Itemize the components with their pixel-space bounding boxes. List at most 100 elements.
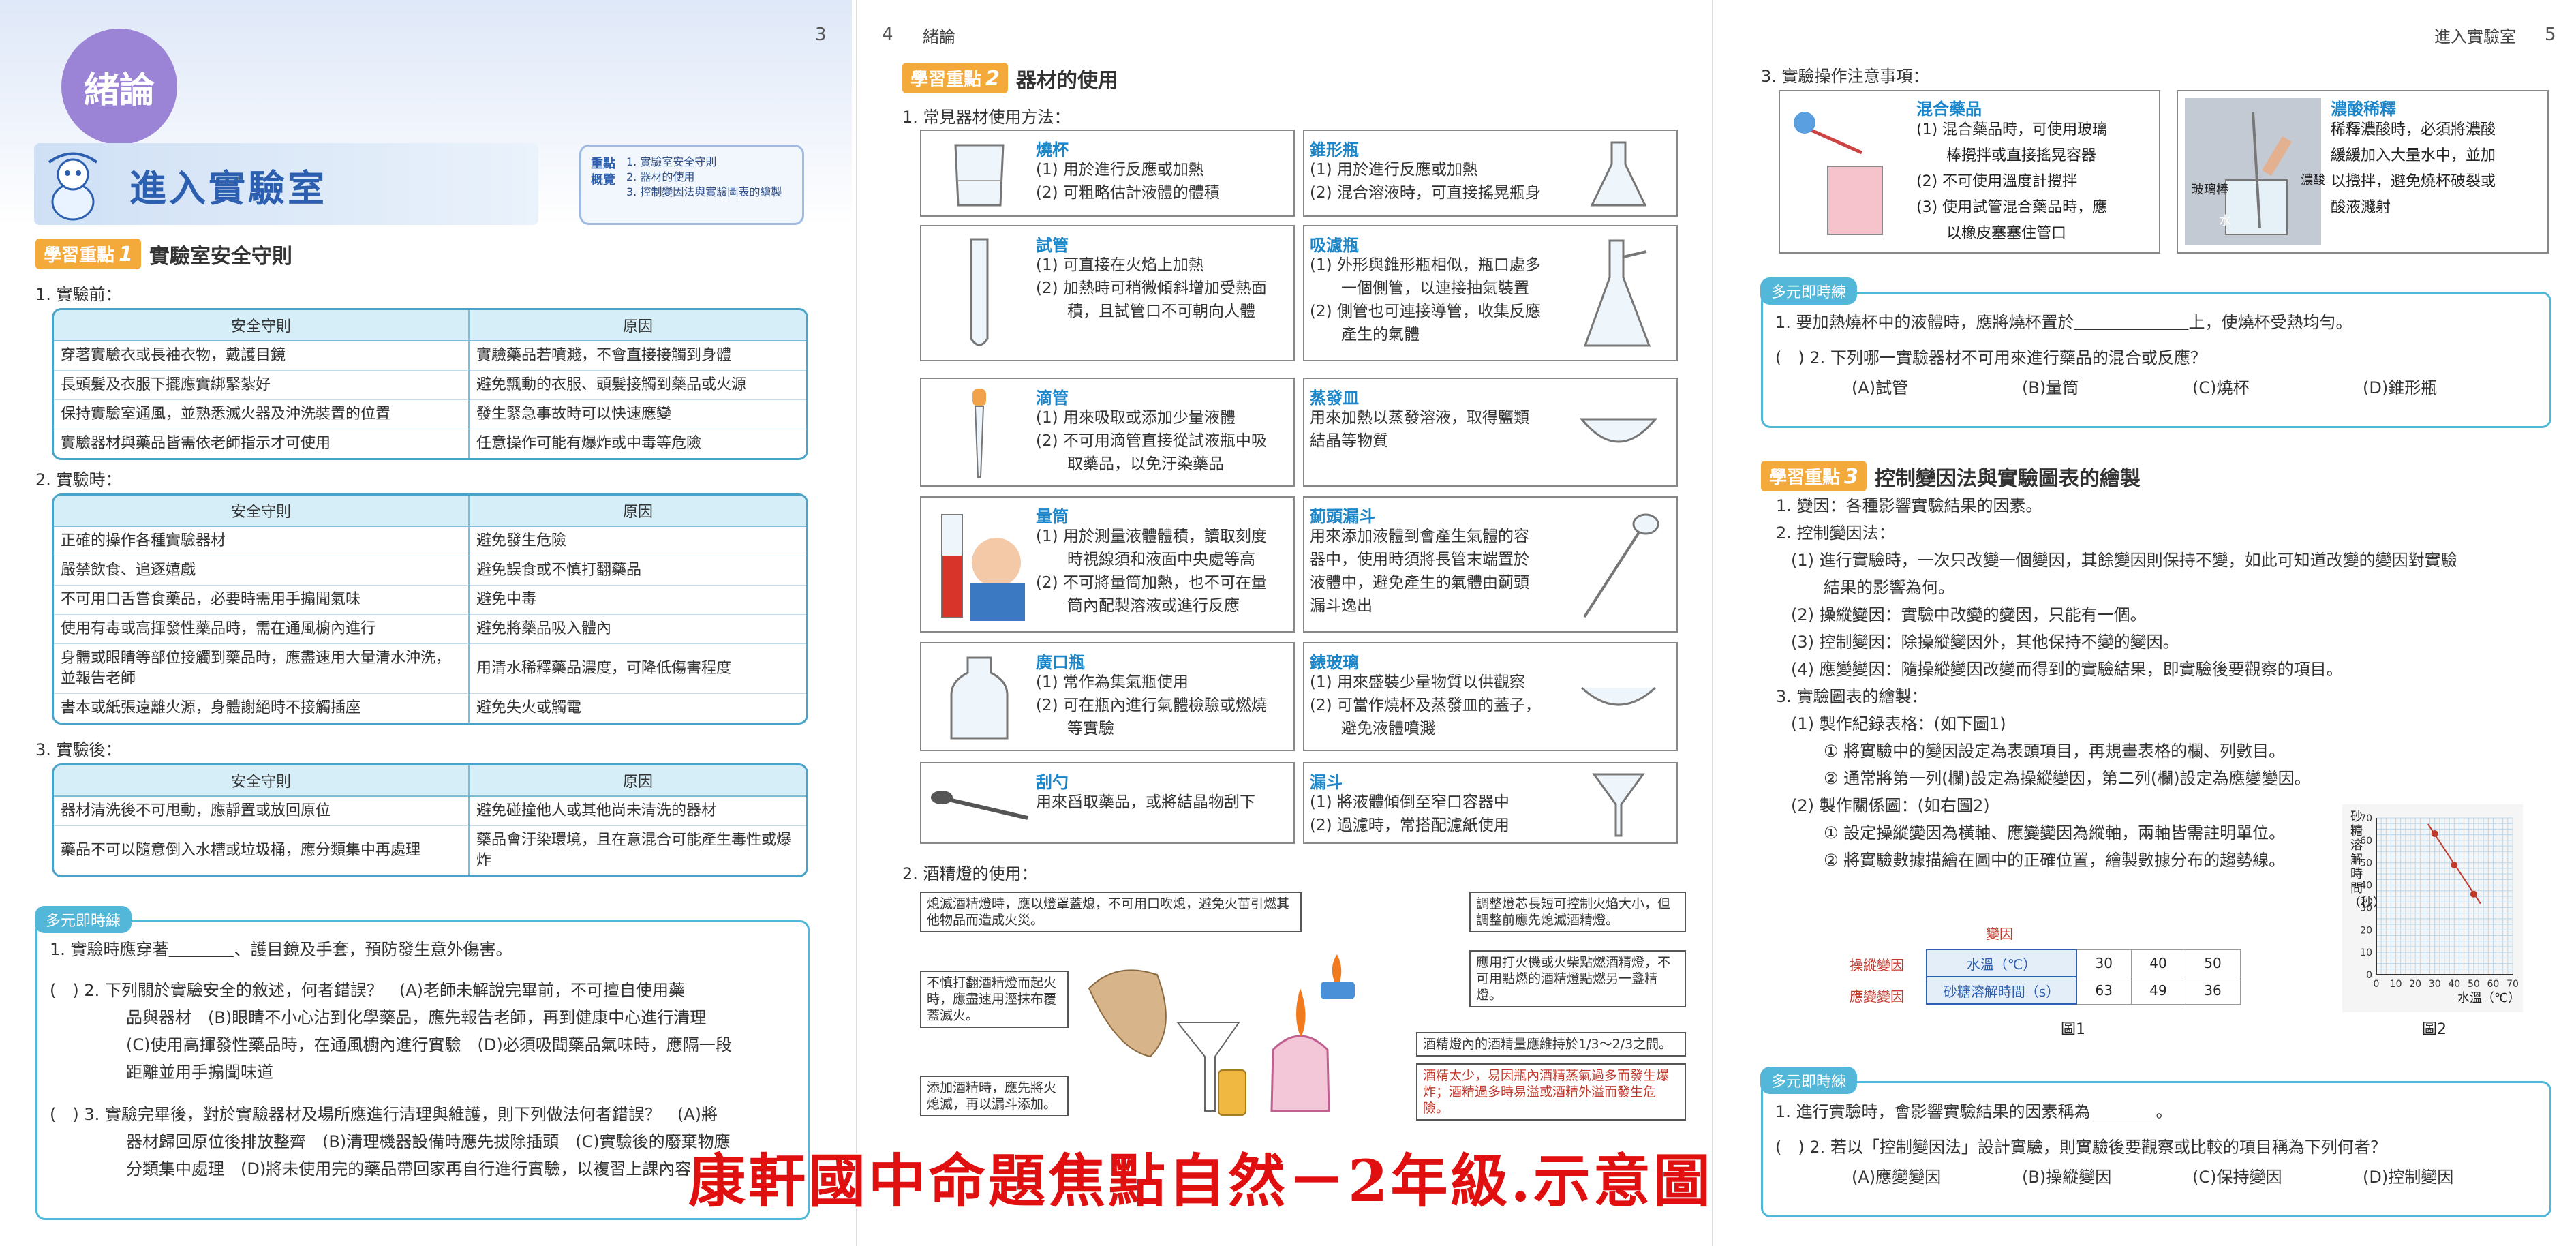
section-badge: 學習重點 2: [902, 63, 1008, 93]
equipment-name: 錐形瓶: [1310, 140, 1359, 159]
table-header-row: 安全守則 原因: [54, 310, 806, 341]
equipment-name: 廣口瓶: [1036, 653, 1085, 672]
section-title: 器材的使用: [1015, 68, 1118, 93]
dropper-icon: [928, 386, 1030, 481]
equipment-card-beaker: 燒杯 (1) 用於進行反應或加熱 (2) 可粗略估計液體的體積: [920, 130, 1295, 217]
section-badge: 學習重點 1: [35, 239, 141, 269]
graph-x-label: 水溫（℃）: [2457, 991, 2521, 1005]
equipment-text: (1) 用於進行反應或加熱 (2) 可粗略估計液體的體積: [1036, 161, 1220, 202]
quiz-tag: 多元即時練: [35, 906, 132, 933]
focus-item: 1. 實驗室安全守則: [626, 155, 717, 168]
operation-subheading: 3. 實驗操作注意事項：: [1761, 67, 1929, 86]
table-header-row: 安全守則 原因: [54, 765, 806, 797]
table-row: 實驗器材與藥品皆需依老師指示才可使用 任意操作可能有爆炸或中毒等危險: [54, 429, 806, 458]
callout-refill: 添加酒精時，應先將火熄滅，再以漏斗添加。: [920, 1076, 1069, 1116]
equipment-card-watch-glass: 錶玻璃 (1) 用來盛裝少量物質以供觀察 (2) 可當作燒杯及蒸發皿的蓋子， 避免…: [1303, 642, 1678, 751]
scientist-mascot-icon: [48, 152, 98, 221]
label-conc-acid: 濃酸: [2301, 173, 2325, 187]
spatula-icon: [928, 770, 1030, 838]
page-number: 5: [2545, 25, 2556, 45]
equipment-text: (1) 將液體傾倒至窄口容器中 (2) 過濾時，常搭配濾紙使用: [1310, 793, 1509, 834]
chapter-circle: 緒論: [61, 29, 177, 145]
practice-quiz-box-1: 多元即時練 1. 要加熱燒杯中的液體時，應將燒杯置於＿＿＿＿＿＿＿上，使燒杯受熱…: [1760, 277, 2551, 428]
equipment-text: 用來舀取藥品，或將結晶物刮下: [1036, 793, 1255, 811]
table-row2-label: 應變變因: [1850, 988, 1904, 1005]
equipment-name: 薊頭漏斗: [1310, 507, 1375, 526]
x-tick-label: 30: [2429, 979, 2441, 990]
page-3: 3 緒論 進入實驗室 重點概覽 1. 實驗室安全守則 2. 器材的使用 3. 控…: [0, 0, 852, 1246]
quiz-question-2: ( ) 2. 下列關於實驗安全的敘述，何者錯誤？ (A)老師未解說完畢前，不可擅…: [50, 981, 686, 1000]
record-table: 水溫（℃） 30 40 50 砂糖溶解時間（s） 63 49 36: [1926, 949, 2241, 1005]
label-water: 水: [2219, 214, 2231, 228]
quiz-question-1: 1. 實驗時應穿著＿＿＿＿、護目鏡及手套，預防發生意外傷害。: [50, 940, 512, 959]
figure-2-caption: 圖2: [2422, 1021, 2447, 1038]
alcohol-lamp-illustration: [1088, 954, 1355, 1116]
equipment-text: (1) 可直接在火焰上加熱 (2) 加熱時可稍微傾斜增加受熱面 積，且試管口不可朝…: [1036, 256, 1267, 320]
equipment-card-erlenmeyer: 錐形瓶 (1) 用於進行反應或加熱 (2) 混合溶液時，可直接搖晃瓶身: [1303, 130, 1678, 217]
table-row: 穿著實驗衣或長袖衣物，戴護目鏡 實驗藥品若噴濺，不會直接接觸到身體: [54, 341, 806, 371]
beaker-icon: [928, 138, 1030, 210]
quiz-question-2: ( ) 2. 若以「控制變因法」設計實驗，則實驗後要觀察或比較的項目稱為下列何者…: [1775, 1138, 2387, 1157]
quiz-option: (B)操縱變因: [2022, 1168, 2112, 1187]
callout-lighting: 應用打火機或火柴點燃酒精燈，不可用點燃的酒精燈點燃另一盞精燈。: [1469, 950, 1686, 1007]
data-point: [2431, 830, 2438, 837]
quiz-option: (A)應變變因: [1852, 1168, 1942, 1187]
quiz-question-2-line: 品與器材 (B)眼睛不小心沾到化學藥品，應先報告老師，再到健康中心進行清理: [126, 1008, 707, 1027]
before-rules-table: 安全守則 原因 穿著實驗衣或長袖衣物，戴護目鏡 實驗藥品若噴濺，不會直接接觸到身體 …: [52, 308, 808, 460]
table-row: 使用有毒或高揮發性藥品時，需在通風櫥內進行 避免將藥品吸入體內: [54, 615, 806, 644]
equipment-card-wide-mouth-bottle: 廣口瓶 (1) 常作為集氣瓶使用 (2) 可在瓶內進行氣體檢驗或燃燒 等實驗: [920, 642, 1295, 751]
suction-flask-icon: [1567, 233, 1670, 356]
quiz-tag: 多元即時練: [1760, 1067, 1858, 1094]
after-rules-table: 安全守則 原因 器材清洗後不可甩動，應靜置或放回原位 避免碰撞他人或其他尚未清洗的器…: [52, 763, 808, 877]
focus-item: 2. 器材的使用: [626, 170, 695, 183]
table-row: 長頭髮及衣服下擺應實綁緊紮好 避免飄動的衣服、頭髮接觸到藥品或火源: [54, 371, 806, 400]
data-point: [2470, 890, 2477, 898]
table-row1-label: 操縱變因: [1850, 957, 1904, 973]
mixing-illustration-icon: [1794, 112, 1883, 235]
equipment-text: (1) 常作為集氣瓶使用 (2) 可在瓶內進行氣體檢驗或燃燒 等實驗: [1036, 673, 1267, 738]
table-row: 嚴禁飲食、追逐嬉戲 避免誤食或不慎打翻藥品: [54, 556, 806, 586]
equipment-text: (1) 用於測量液體體積，讀取刻度 時視線須和液面中央處等高 (2) 不可將量筒加…: [1036, 528, 1267, 615]
quiz-question-2-line: (C)使用高揮發性藥品時，在通風櫥內進行實驗 (D)必須吸聞藥品氣味時，應隔一段: [126, 1035, 732, 1054]
quiz-question-3: ( ) 3. 實驗完畢後，對於實驗器材及場所應進行清理與維護，則下列做法何者錯誤…: [50, 1105, 718, 1124]
page-4: 4 緒論 學習重點 2 器材的使用 1. 常見器材使用方法： 燒杯 (1) 用於進…: [856, 0, 1708, 1246]
equipment-name: 蒸發皿: [1310, 389, 1359, 408]
equipment-text: (1) 用來吸取或添加少量液體 (2) 不可用滴管直接從試液瓶中吸 取藥品，以免汙…: [1036, 409, 1267, 473]
graduated-cylinder-icon: [928, 504, 1030, 627]
equipment-text: (1) 外形與錐形瓶相似，瓶口處多 一個側管，以連接抽氣裝置 (2) 側管也可連接…: [1310, 256, 1541, 344]
mixing-card: 混合藥品 (1) 混合藥品時，可使用玻璃 棒攪拌或直接搖晃容器 (2) 不可使用溫…: [1779, 90, 2160, 254]
quiz-option: (A)試管: [1852, 378, 1909, 397]
mixing-text: (1) 混合藥品時，可使用玻璃 棒攪拌或直接搖晃容器 (2) 不可使用溫度計攪拌(…: [1916, 121, 2108, 242]
equipment-card-suction-flask: 吸濾瓶 (1) 外形與錐形瓶相似，瓶口處多 一個側管，以連接抽氣裝置 (2) 側管…: [1303, 225, 1678, 361]
quiz-option: (C)保持變因: [2192, 1168, 2282, 1187]
table-variable-label: 變因: [1986, 926, 2013, 942]
quiz-tag: 多元即時練: [1760, 277, 1858, 305]
x-tick-label: 0: [2374, 979, 2380, 990]
equipment-name: 錶玻璃: [1310, 653, 1359, 672]
equipment-card-evaporating-dish: 蒸發皿 用來加熱以蒸發溶液，取得鹽類 結晶等物質: [1303, 378, 1678, 487]
section-heading-2: 學習重點 2 器材的使用: [902, 63, 1118, 93]
table-row: 保持實驗室通風，並熟悉滅火器及沖洗裝置的位置 發生緊急事故時可以快速應變: [54, 400, 806, 429]
table-row: 不可用口舌嘗食藥品，必要時需用手搧聞氣味 避免中毒: [54, 586, 806, 615]
quiz-option: (D)錐形瓶: [2363, 378, 2438, 397]
practice-quiz-box-2: 多元即時練 1. 進行實驗時，會影響實驗結果的因素稱為＿＿＿＿。 ( ) 2. …: [1760, 1067, 2551, 1217]
data-point: [2451, 862, 2458, 868]
section-badge: 學習重點 3: [1761, 461, 1867, 491]
section-title: 實驗室安全守則: [149, 244, 292, 269]
y-tick-label: 20: [2360, 925, 2372, 936]
table-row: 身體或眼睛等部位接觸到藥品時，應盡速用大量清水沖洗，並報告老師 用清水稀釋藥品濃度…: [54, 644, 806, 694]
table-header-row: 安全守則 原因: [54, 496, 806, 527]
acid-text: 稀釋濃酸時，必須將濃酸 緩緩加入大量水中，並加 以攪拌，避免燒杯破裂或 酸液濺射: [2331, 121, 2496, 216]
quiz-question-2-line: 距離並用手搧聞味道: [126, 1063, 273, 1082]
wide-mouth-bottle-icon: [928, 650, 1030, 746]
quiz-option: (B)量筒: [2022, 378, 2079, 397]
callout-wick: 調整燈芯長短可控制火焰大小，但調整前應先熄滅酒精燈。: [1469, 892, 1686, 932]
table-row: 砂糖溶解時間（s） 63 49 36: [1926, 976, 2241, 1005]
test-tube-icon: [928, 233, 1030, 356]
running-header: 進入實驗室: [2434, 27, 2516, 46]
equipment-name: 量筒: [1036, 507, 1069, 526]
alcohol-lamp-subheading: 2. 酒精燈的使用：: [902, 864, 1038, 883]
page-number: 3: [815, 25, 827, 45]
equipment-name: 滴管: [1036, 389, 1069, 408]
label-glass-rod: 玻璃棒: [2192, 183, 2228, 197]
